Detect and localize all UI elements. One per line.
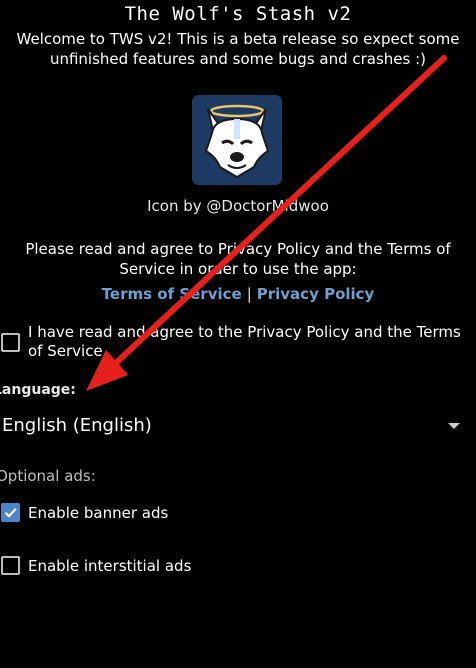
annotation-arrow bbox=[86, 55, 447, 391]
